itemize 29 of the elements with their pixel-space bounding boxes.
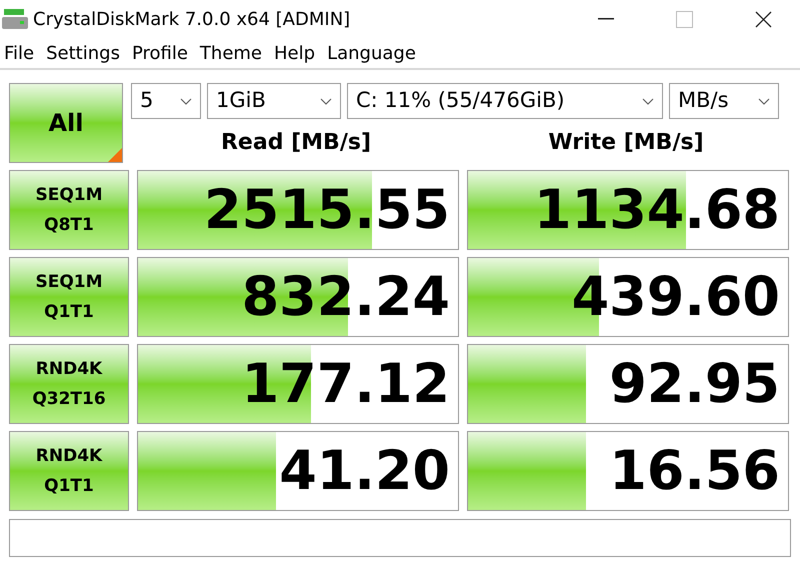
test-button[interactable]: RND4K Q1T1 xyxy=(9,431,129,511)
menu-item[interactable]: File xyxy=(4,40,34,66)
dropdown[interactable]: MB/s xyxy=(669,83,779,119)
test-button[interactable]: SEQ1M Q1T1 xyxy=(9,257,129,337)
dropdown[interactable]: 5 xyxy=(131,83,201,119)
minimize-icon[interactable] xyxy=(598,18,614,20)
chevron-down-icon xyxy=(642,98,654,104)
chevron-down-icon xyxy=(758,98,770,104)
menu-item[interactable]: Profile xyxy=(132,40,188,66)
close-icon[interactable] xyxy=(755,10,772,28)
result-value: 16.56 xyxy=(609,438,780,504)
window-title: CrystalDiskMark 7.0.0 x64 [ADMIN] xyxy=(33,8,350,32)
test-button[interactable]: RND4K Q32T16 xyxy=(9,344,129,424)
chevron-down-icon xyxy=(180,98,192,104)
result-value: 92.95 xyxy=(609,351,780,417)
menu-item[interactable]: Help xyxy=(274,40,316,66)
menu-item[interactable]: Language xyxy=(327,40,416,66)
dropdown[interactable]: C: 11% (55/476GiB) xyxy=(347,83,663,119)
column-header: Write [MB/s] xyxy=(548,128,704,156)
all-button[interactable]: All xyxy=(9,83,123,163)
column-header: Read [MB/s] xyxy=(220,128,371,156)
chevron-down-icon xyxy=(320,98,332,104)
menu-item[interactable]: Theme xyxy=(200,40,262,66)
app-icon xyxy=(2,7,28,31)
test-button[interactable]: SEQ1M Q8T1 xyxy=(9,170,129,250)
result-value: 41.20 xyxy=(279,438,450,504)
menu-item[interactable]: Settings xyxy=(46,40,120,66)
comment-field[interactable] xyxy=(9,519,791,557)
dropdown[interactable]: 1GiB xyxy=(207,83,341,119)
